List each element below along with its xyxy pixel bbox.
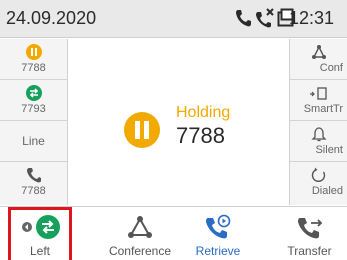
line-key-label: 7788 [21,185,46,197]
redial-icon [290,167,347,183]
line-key-held-call[interactable]: 7788 [0,39,67,80]
smart-transfer-icon [290,85,347,101]
missed-call-icon [255,8,275,33]
softkey-bar: Left Conference Retrieve Transfer [0,206,347,260]
conference-icon [290,44,347,60]
conference-icon [97,214,183,240]
line-keys-panel: 7788 7793 Line 7788 [0,39,68,205]
softkey-label: Conference [108,244,172,258]
status-time: 12:31 [289,8,335,28]
status-date: 24.09.2020 [6,8,97,28]
line-key-active-call[interactable]: 7793 [0,80,67,121]
handset-icon [0,167,67,183]
function-keys-panel: Conf SmartTr Silent Dialed [289,39,347,205]
status-bar: 24.09.2020 12:31 [0,0,347,38]
silent-key-label: Silent [315,144,343,156]
transfer-circle-icon [0,85,67,101]
dialed-key[interactable]: Dialed [290,162,347,203]
softkey-retrieve[interactable]: Retrieve [184,207,252,260]
call-info-panel: Holding 7788 [69,39,289,205]
line-key-label: 7788 [21,62,46,74]
bell-icon [290,126,347,142]
line-key-line[interactable]: Line [0,121,67,162]
smart-transfer-key[interactable]: SmartTr [290,80,347,121]
softkey-conference[interactable]: Conference [97,207,183,260]
conf-key-label: Conf [319,62,343,74]
softkey-transfer[interactable]: Transfer [272,207,347,260]
hold-icon [124,112,160,153]
phone-icon [234,8,252,33]
line-key-account[interactable]: 7788 [0,162,67,203]
softkey-selection-highlight [8,207,72,260]
softkey-label: Retrieve [195,244,241,258]
transfer-icon [272,214,347,240]
smart-transfer-key-label: SmartTr [303,103,343,115]
line-key-label: Line [22,134,45,148]
call-state: Holding [176,104,231,121]
hold-icon [0,44,67,60]
conf-key[interactable]: Conf [290,39,347,80]
softkey-label: Transfer [287,244,332,258]
retrieve-icon [184,214,252,240]
line-key-label: 7793 [21,103,46,115]
dialed-key-label: Dialed [311,185,343,197]
silent-key[interactable]: Silent [290,121,347,162]
call-number: 7788 [176,123,225,148]
